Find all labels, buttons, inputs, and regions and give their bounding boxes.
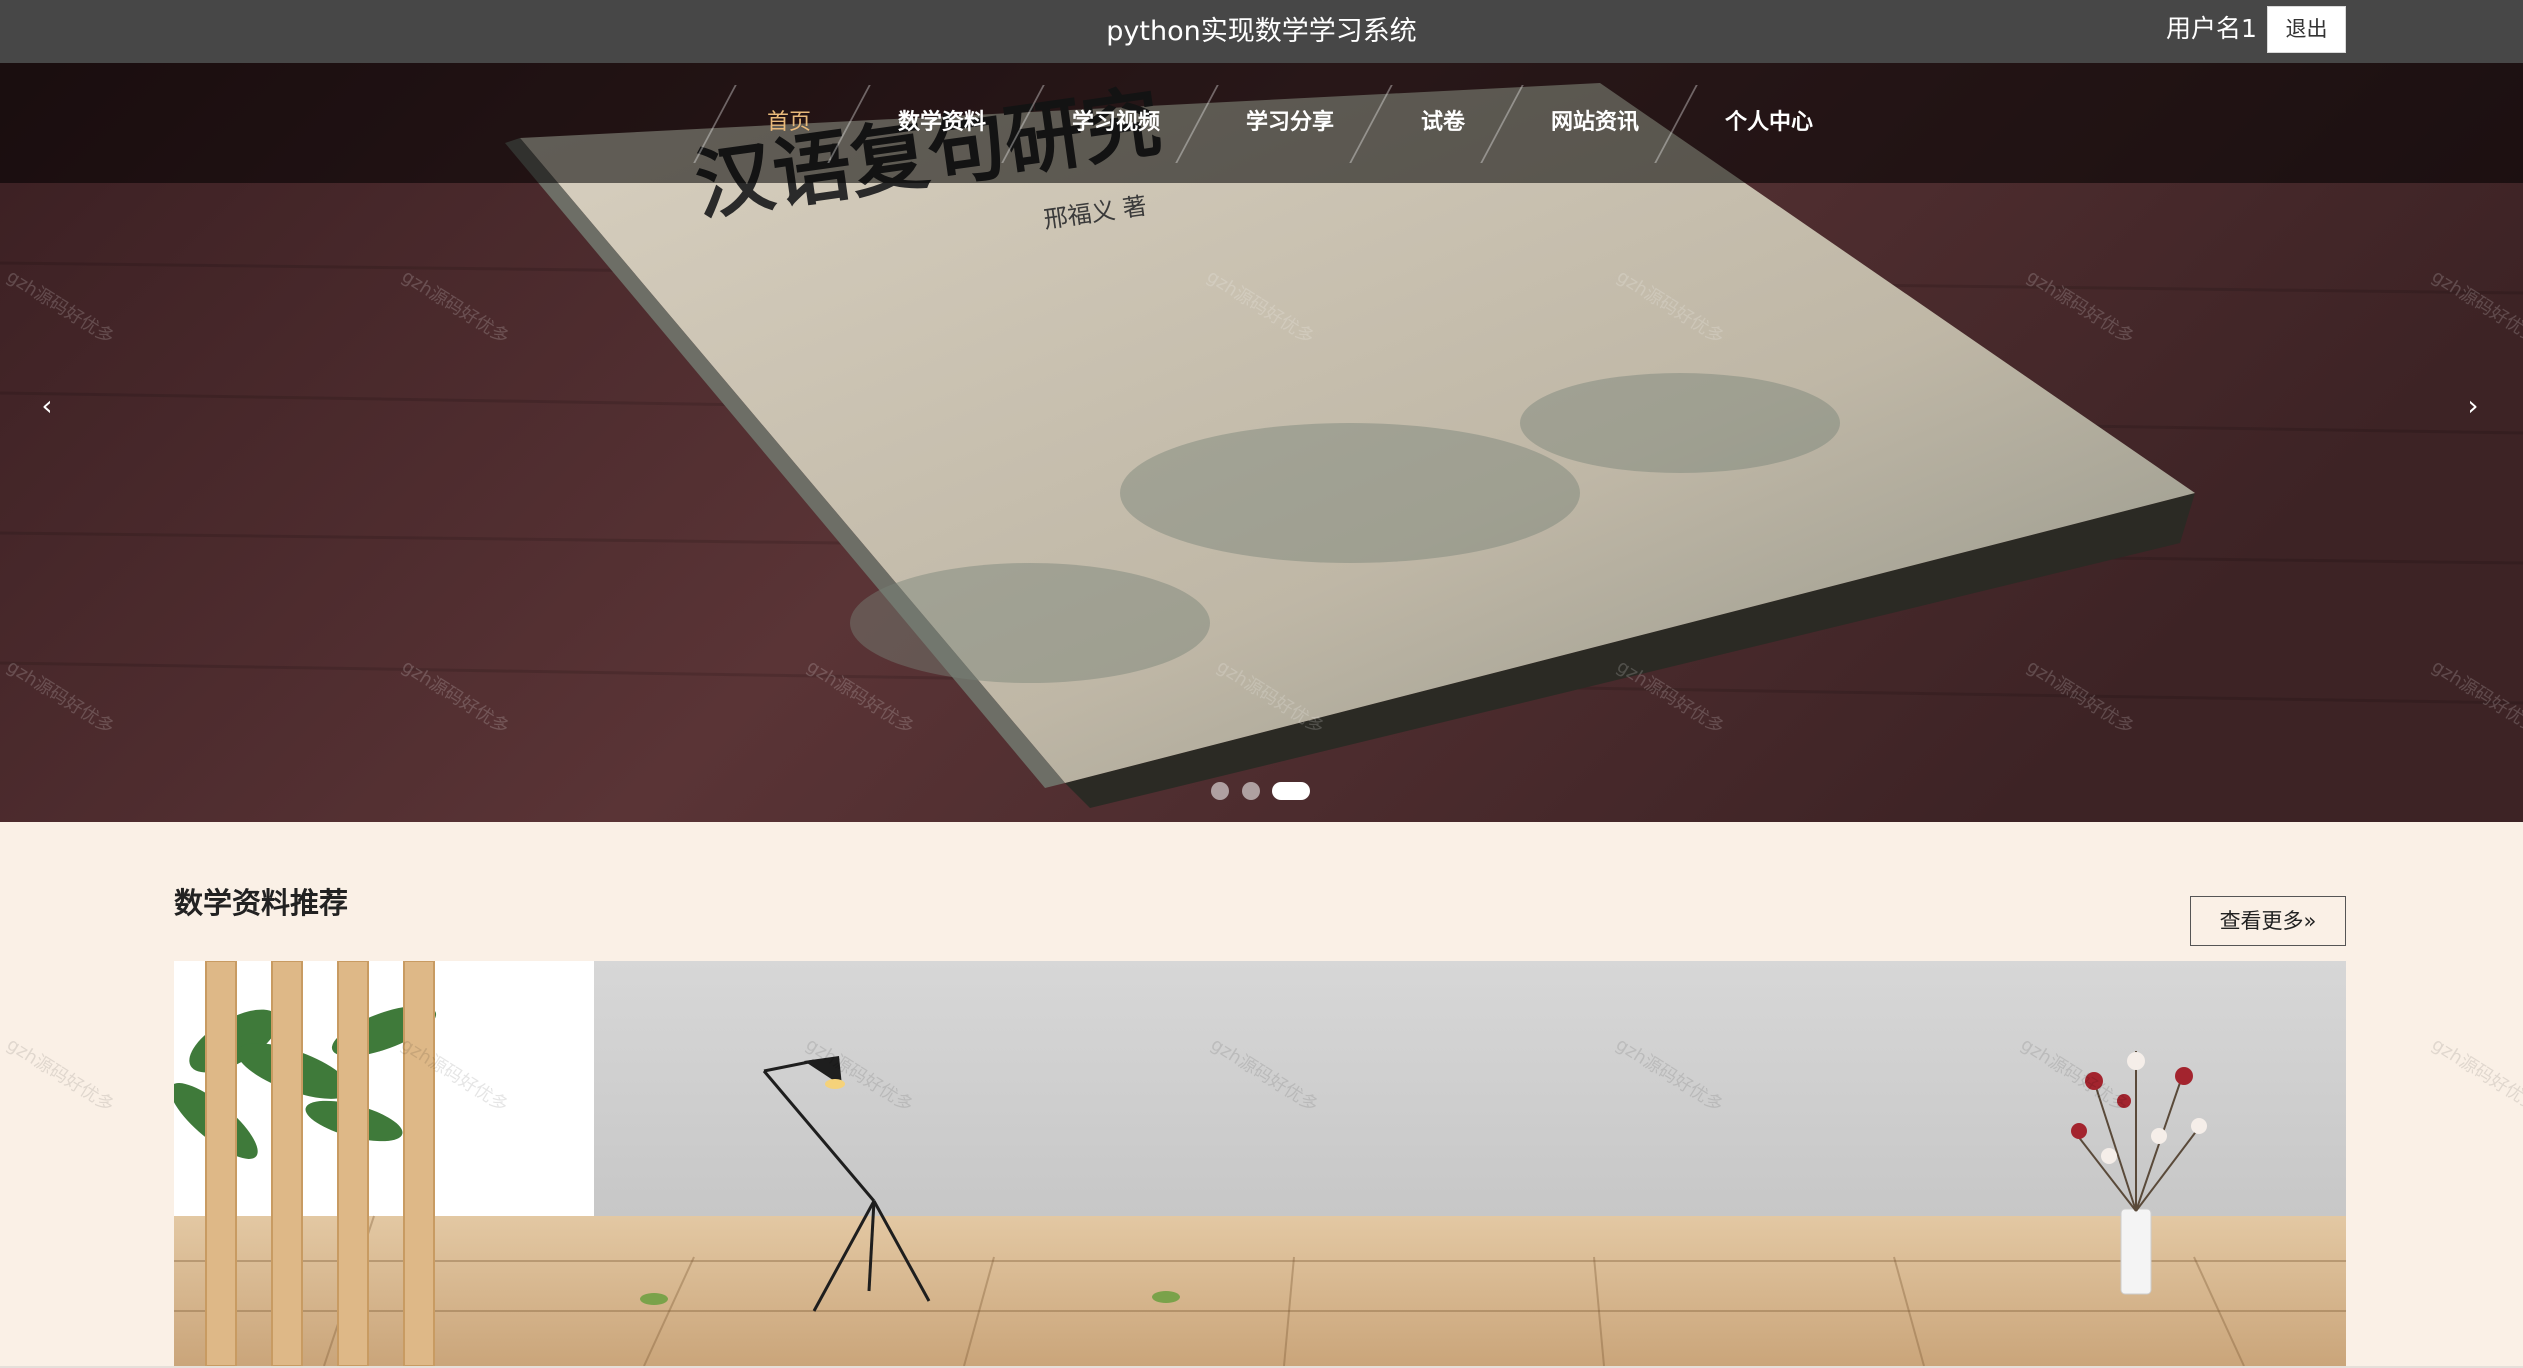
featured-material-image <box>174 961 2346 1366</box>
site-title: python实现数学学习系统 <box>1106 16 1417 47</box>
section-title: 数学资料推荐 <box>174 886 349 920</box>
carousel-next-icon[interactable]: › <box>2453 386 2493 426</box>
view-more-button[interactable]: 查看更多» <box>2190 896 2346 946</box>
carousel-dot-2[interactable] <box>1242 782 1260 800</box>
nav-item-study-sharing[interactable]: 学习分享 <box>1246 63 1334 183</box>
nav-separator <box>1349 85 1393 163</box>
nav-separator <box>1480 85 1524 163</box>
watermark: gzh源码好优多 <box>2427 1033 2523 1117</box>
user-name[interactable]: 用户名1 <box>2166 0 2257 58</box>
watermark: gzh源码好优多 <box>2 1033 118 1117</box>
logout-button[interactable]: 退出 <box>2267 6 2346 53</box>
main-nav: 首页 数学资料 学习视频 学习分享 试卷 网站资讯 个人中心 <box>0 63 2523 183</box>
carousel-prev-icon[interactable]: ‹ <box>27 386 67 426</box>
nav-item-personal-center[interactable]: 个人中心 <box>1725 63 1813 183</box>
carousel-dot-3[interactable] <box>1272 782 1310 800</box>
nav-item-site-news[interactable]: 网站资讯 <box>1551 63 1639 183</box>
nav-separator <box>1175 85 1219 163</box>
hero-carousel: 汉语复句研究 邢福义 著 gzh源码好优多 gzh源码好优多 gzh源码好优多 … <box>0 63 2523 822</box>
nav-item-exam-papers[interactable]: 试卷 <box>1421 63 1465 183</box>
nav-separator <box>1654 85 1698 163</box>
top-bar: python实现数学学习系统 用户名1 退出 <box>0 0 2523 63</box>
nav-item-study-videos[interactable]: 学习视频 <box>1072 63 1160 183</box>
nav-separator <box>827 85 871 163</box>
nav-separator <box>1001 85 1045 163</box>
carousel-dot-1[interactable] <box>1211 782 1229 800</box>
featured-material-card[interactable]: gzh源码好优多 gzh源码好优多 gzh源码好优多 gzh源码好优多 gzh源… <box>174 961 2346 1366</box>
nav-item-math-materials[interactable]: 数学资料 <box>898 63 986 183</box>
nav-separator <box>693 85 737 163</box>
carousel-indicators <box>0 782 2523 802</box>
nav-item-home[interactable]: 首页 <box>767 63 811 183</box>
